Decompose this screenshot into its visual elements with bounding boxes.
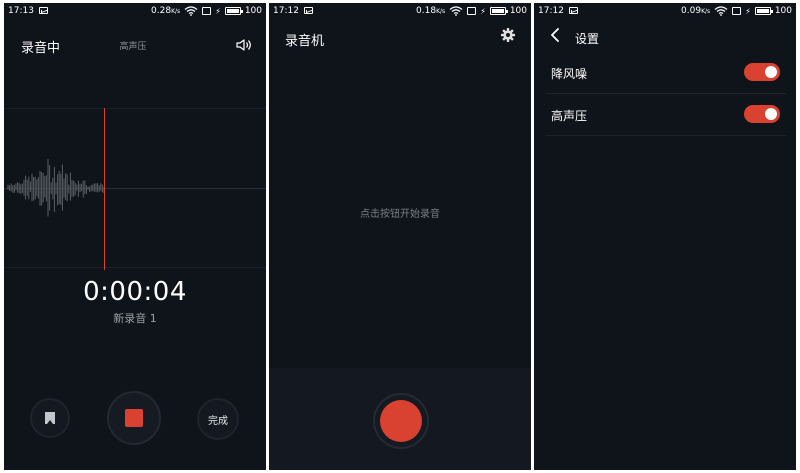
sim-icon	[202, 7, 212, 15]
setting-row-high-spl[interactable]: 高声压	[546, 94, 786, 136]
setting-label: 高声压	[551, 109, 588, 123]
screen-title: 录音机	[285, 34, 325, 49]
charging-icon: ⚡	[215, 6, 221, 16]
mode-label: 高声压	[119, 42, 147, 52]
status-bar: 17:12 0.09K/s ⚡ 100	[534, 3, 796, 20]
wifi-icon	[714, 6, 728, 16]
waveform-bars	[7, 159, 105, 217]
high-spl-toggle[interactable]	[744, 105, 780, 123]
notification-icon	[39, 7, 48, 14]
bookmark-icon	[45, 412, 55, 424]
screen-title: 设置	[575, 32, 600, 46]
toggle-knob	[765, 66, 777, 78]
stop-button[interactable]	[107, 391, 161, 445]
gear-icon[interactable]	[501, 28, 515, 42]
status-time: 17:12	[273, 6, 299, 16]
setting-row-wind-noise[interactable]: 降风噪	[546, 52, 786, 94]
battery-icon	[754, 7, 773, 15]
record-button[interactable]	[373, 393, 429, 449]
network-speed: 0.28K/s	[151, 6, 181, 16]
sim-icon	[732, 7, 742, 15]
bookmark-button[interactable]	[30, 398, 70, 438]
battery-icon	[224, 7, 243, 15]
speaker-icon[interactable]	[236, 38, 252, 52]
recording-timer: 0:00:04	[83, 277, 187, 307]
status-bar: 17:13 0.28K/s ⚡ 100	[4, 3, 266, 20]
settings-screen: 17:12 0.09K/s ⚡ 100 设置 降风噪 高声压	[534, 3, 796, 470]
status-bar: 17:12 0.18K/s ⚡ 100	[269, 3, 531, 20]
battery-level: 100	[244, 6, 262, 16]
network-speed: 0.18K/s	[416, 6, 446, 16]
stop-icon	[125, 409, 143, 427]
charging-icon: ⚡	[745, 6, 751, 16]
status-time: 17:12	[538, 6, 564, 16]
done-button[interactable]: 完成	[197, 398, 239, 440]
waveform-bottom-border	[4, 267, 266, 268]
waveform	[4, 108, 266, 268]
recorder-home-screen: 17:12 0.18K/s ⚡ 100 录音机 点击按钮开始录音	[269, 3, 531, 470]
toggle-knob	[765, 108, 777, 120]
network-speed: 0.09K/s	[681, 6, 711, 16]
start-hint: 点击按钮开始录音	[360, 209, 440, 220]
wifi-icon	[184, 6, 198, 16]
battery-icon	[489, 7, 508, 15]
back-chevron-icon[interactable]	[550, 28, 560, 42]
sim-icon	[467, 7, 477, 15]
notification-icon	[304, 7, 313, 14]
charging-icon: ⚡	[480, 6, 486, 16]
record-icon	[380, 400, 422, 442]
notification-icon	[569, 7, 578, 14]
setting-label: 降风噪	[551, 67, 588, 81]
wind-noise-toggle[interactable]	[744, 63, 780, 81]
wifi-icon	[449, 6, 463, 16]
recording-screen: 17:13 0.28K/s ⚡ 100 录音中 高声压 0:00:04 新录音 …	[4, 3, 266, 470]
battery-level: 100	[774, 6, 792, 16]
recording-name: 新录音 1	[113, 312, 157, 325]
battery-level: 100	[509, 6, 527, 16]
playhead	[104, 108, 105, 270]
status-time: 17:13	[8, 6, 34, 16]
